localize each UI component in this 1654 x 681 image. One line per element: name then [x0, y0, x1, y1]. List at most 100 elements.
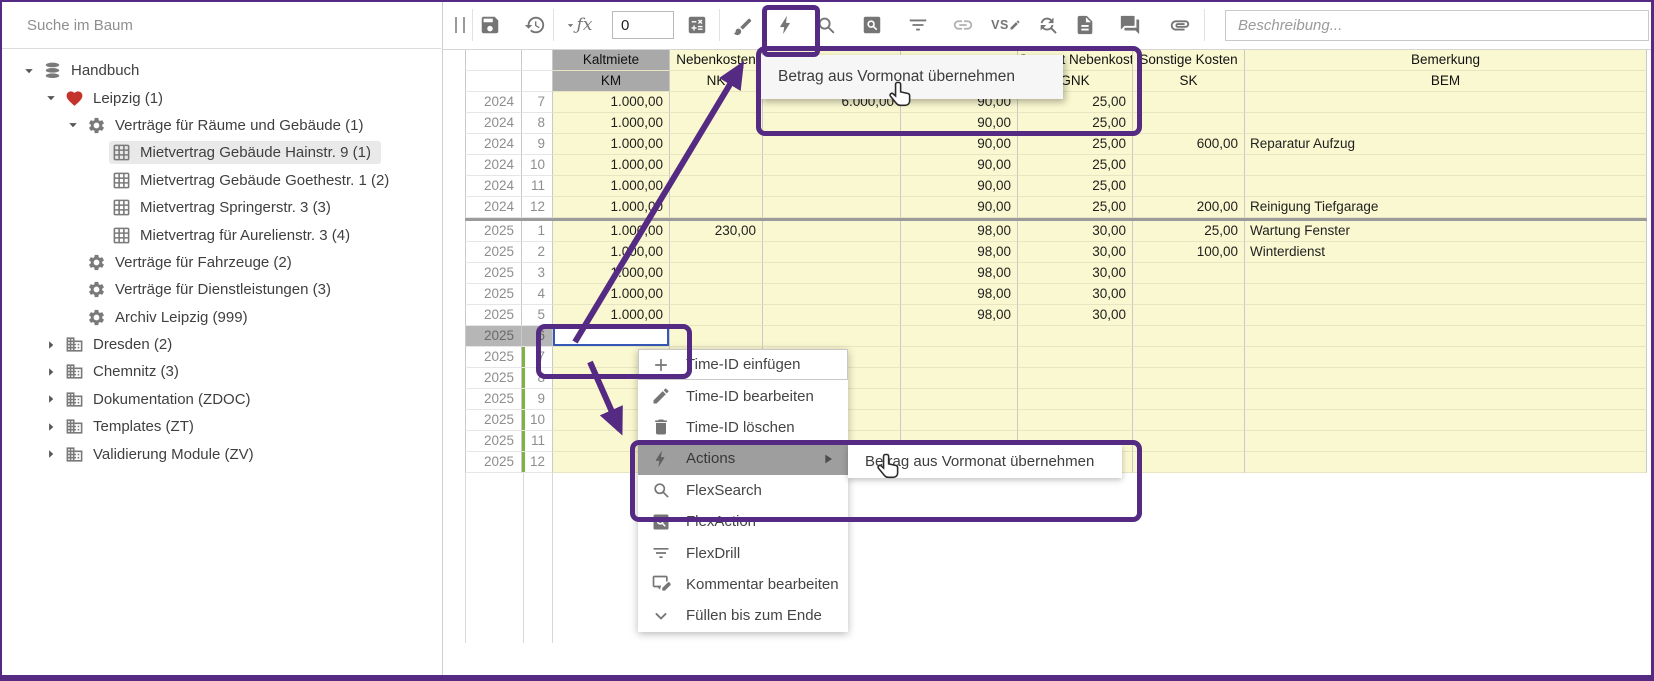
- grid-cell[interactable]: [1133, 326, 1245, 347]
- grid-cell[interactable]: Winterdienst: [1245, 242, 1647, 263]
- tree-item-vertr-ge-f-r-fahrzeuge-2[interactable]: Verträge für Fahrzeuge (2): [0, 249, 443, 276]
- row-header-year[interactable]: 2025: [465, 263, 522, 284]
- menu-item-flexsearch[interactable]: FlexSearch: [638, 475, 848, 506]
- row-header-year[interactable]: 2025: [465, 347, 522, 368]
- grid-cell[interactable]: 90,00: [901, 155, 1018, 176]
- menu-item-f-llen-bis-zum-ende[interactable]: Füllen bis zum Ende: [638, 600, 848, 631]
- grid-cell[interactable]: 1.000,00: [553, 284, 670, 305]
- formula-fx-button[interactable]: ƒx: [557, 11, 599, 39]
- expander-down-icon[interactable]: [40, 89, 62, 107]
- row-header-month[interactable]: 10: [522, 410, 553, 431]
- tree-item-leipzig-1[interactable]: Leipzig (1): [0, 84, 443, 111]
- grid-cell[interactable]: [1133, 92, 1245, 113]
- grid-cell[interactable]: 90,00: [901, 113, 1018, 134]
- grid-cell[interactable]: 98,00: [901, 242, 1018, 263]
- menu-item-time-id-bearbeiten[interactable]: Time-ID bearbeiten: [638, 380, 848, 411]
- grid-cell[interactable]: [670, 134, 763, 155]
- grid-cell[interactable]: [1245, 347, 1647, 368]
- grid-cell[interactable]: [670, 197, 763, 218]
- tree-item-mietvertrag-springerstr-3-3[interactable]: Mietvertrag Springerstr. 3 (3): [0, 194, 443, 221]
- row-header-month[interactable]: 2: [522, 242, 553, 263]
- tree-item-archiv-leipzig-999[interactable]: Archiv Leipzig (999): [0, 304, 443, 331]
- grid-cell[interactable]: [763, 176, 901, 197]
- tree-item-handbuch[interactable]: Handbuch: [0, 57, 443, 84]
- grid-cell[interactable]: [901, 368, 1018, 389]
- row-header-year[interactable]: 2025: [465, 284, 522, 305]
- menu-item-flexaction[interactable]: FlexAction: [638, 506, 848, 537]
- tree-item-dokumentation-zdoc[interactable]: Dokumentation (ZDOC): [0, 386, 443, 413]
- expander-right-icon[interactable]: [40, 418, 62, 436]
- grid-cell[interactable]: [763, 113, 901, 134]
- grid-cell[interactable]: [1133, 410, 1245, 431]
- flex-search-button[interactable]: [812, 11, 840, 39]
- row-header-month[interactable]: 4: [522, 284, 553, 305]
- tree-search-input[interactable]: [2, 2, 441, 49]
- actions-bolt-button[interactable]: [772, 11, 800, 39]
- attachment-button[interactable]: [1166, 11, 1194, 39]
- grid-cell[interactable]: [1133, 431, 1245, 452]
- link-button[interactable]: [949, 11, 977, 39]
- grid-cell[interactable]: [670, 305, 763, 326]
- grid-cell[interactable]: [1245, 284, 1647, 305]
- row-header-month[interactable]: 11: [522, 431, 553, 452]
- grid-cell[interactable]: [1133, 113, 1245, 134]
- grid-cell[interactable]: Wartung Fenster: [1245, 221, 1647, 242]
- grid-cell[interactable]: [763, 305, 901, 326]
- grid-cell[interactable]: 1.000,00: [553, 305, 670, 326]
- grid-cell[interactable]: [763, 134, 901, 155]
- grid-cell[interactable]: Reparatur Aufzug: [1245, 134, 1647, 155]
- grid-cell[interactable]: [763, 326, 901, 347]
- grid-cell[interactable]: [1133, 176, 1245, 197]
- grid-cell[interactable]: [1018, 389, 1133, 410]
- row-header-year[interactable]: 2025: [465, 389, 522, 410]
- row-header-month[interactable]: 10: [522, 155, 553, 176]
- grid-cell[interactable]: 30,00: [1018, 242, 1133, 263]
- expander-down-icon[interactable]: [62, 116, 84, 134]
- row-header-month[interactable]: 12: [522, 452, 553, 473]
- grid-cell[interactable]: 1.000,00: [553, 92, 670, 113]
- grid-cell[interactable]: [901, 410, 1018, 431]
- tree-item-vertr-ge-f-r-r-ume-und-geb-ude-1[interactable]: Verträge für Räume und Gebäude (1): [0, 112, 443, 139]
- row-header-year[interactable]: 2024: [465, 176, 522, 197]
- grid-cell[interactable]: [670, 176, 763, 197]
- grid-cell[interactable]: [1245, 305, 1647, 326]
- grid-cell[interactable]: 1.000,00: [553, 242, 670, 263]
- grid-cell[interactable]: 98,00: [901, 305, 1018, 326]
- row-header-year[interactable]: 2025: [465, 410, 522, 431]
- grid-cell[interactable]: [670, 284, 763, 305]
- column-header-BEM[interactable]: Bemerkung: [1245, 50, 1647, 71]
- row-header-month[interactable]: 11: [522, 176, 553, 197]
- flex-action-button[interactable]: [858, 11, 886, 39]
- grid-cell[interactable]: 25,00: [1018, 197, 1133, 218]
- column-header-NK[interactable]: Nebenkosten: [670, 50, 763, 71]
- grid-cell[interactable]: [901, 347, 1018, 368]
- grid-cell[interactable]: Reinigung Tiefgarage: [1245, 197, 1647, 218]
- grid-cell[interactable]: [1133, 389, 1245, 410]
- tree-item-validierung-module-zv[interactable]: Validierung Module (ZV): [0, 440, 443, 467]
- grid-cell[interactable]: 30,00: [1018, 221, 1133, 242]
- formula-value-input[interactable]: [612, 11, 674, 39]
- tree-item-templates-zt[interactable]: Templates (ZT): [0, 413, 443, 440]
- grid-cell[interactable]: [1133, 368, 1245, 389]
- expander-right-icon[interactable]: [40, 390, 62, 408]
- grid-cell[interactable]: [670, 113, 763, 134]
- grid-cell[interactable]: [1245, 176, 1647, 197]
- expander-right-icon[interactable]: [40, 445, 62, 463]
- grid-cell[interactable]: 90,00: [901, 197, 1018, 218]
- row-header-month[interactable]: 12: [522, 197, 553, 218]
- row-header-year[interactable]: 2025: [465, 305, 522, 326]
- menu-item-time-id-einf-gen[interactable]: Time-ID einfügen: [638, 349, 848, 380]
- tree-item-chemnitz-3[interactable]: Chemnitz (3): [0, 358, 443, 385]
- grid-cell[interactable]: 98,00: [901, 221, 1018, 242]
- expander-right-icon[interactable]: [40, 363, 62, 381]
- row-header-month[interactable]: 9: [522, 389, 553, 410]
- grid-cell[interactable]: [1245, 113, 1647, 134]
- description-input[interactable]: [1225, 10, 1649, 41]
- row-header-month[interactable]: 3: [522, 263, 553, 284]
- grid-cell[interactable]: [670, 155, 763, 176]
- grid-cell[interactable]: 1.000,00: [553, 221, 670, 242]
- grid-cell[interactable]: 1.000,00: [553, 113, 670, 134]
- row-header-month[interactable]: 7: [522, 347, 553, 368]
- expander-down-icon[interactable]: [18, 62, 40, 80]
- grid-cell[interactable]: [1245, 155, 1647, 176]
